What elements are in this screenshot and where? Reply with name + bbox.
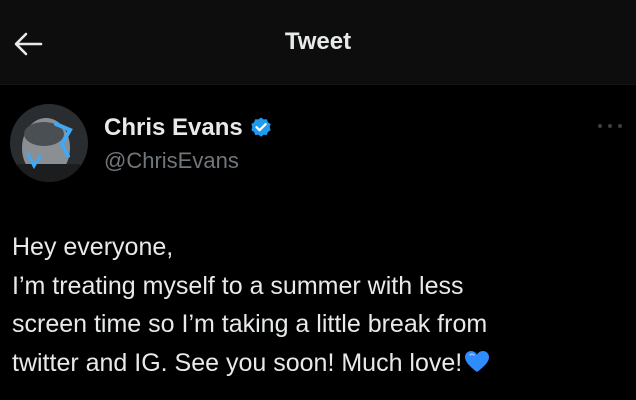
tweet-line: Hey everyone, — [12, 233, 174, 261]
avatar[interactable] — [10, 104, 88, 182]
verified-badge-icon — [251, 117, 271, 137]
tweet-line: screen time so I’m taking a little break… — [12, 310, 488, 338]
author-name-row: Chris Evans — [104, 114, 273, 142]
author-display-name[interactable]: Chris Evans — [104, 114, 243, 142]
tweet-line-text: twitter and IG. See you soon! Much love! — [12, 348, 463, 377]
author-handle[interactable]: @ChrisEvans — [104, 148, 239, 174]
blue-heart-icon — [465, 350, 490, 372]
more-options-icon[interactable] — [592, 116, 628, 136]
tweet-line: I’m treating myself to a summer with les… — [12, 271, 464, 300]
top-navigation-bar: Tweet — [0, 0, 636, 84]
header-divider — [0, 84, 636, 85]
page-title: Tweet — [284, 28, 352, 55]
tweet-line-last: twitter and IG. See you soon! Much love! — [12, 344, 632, 383]
avatar-image — [10, 104, 88, 182]
tweet-text: Hey everyone, I’m treating myself to a s… — [12, 228, 632, 382]
